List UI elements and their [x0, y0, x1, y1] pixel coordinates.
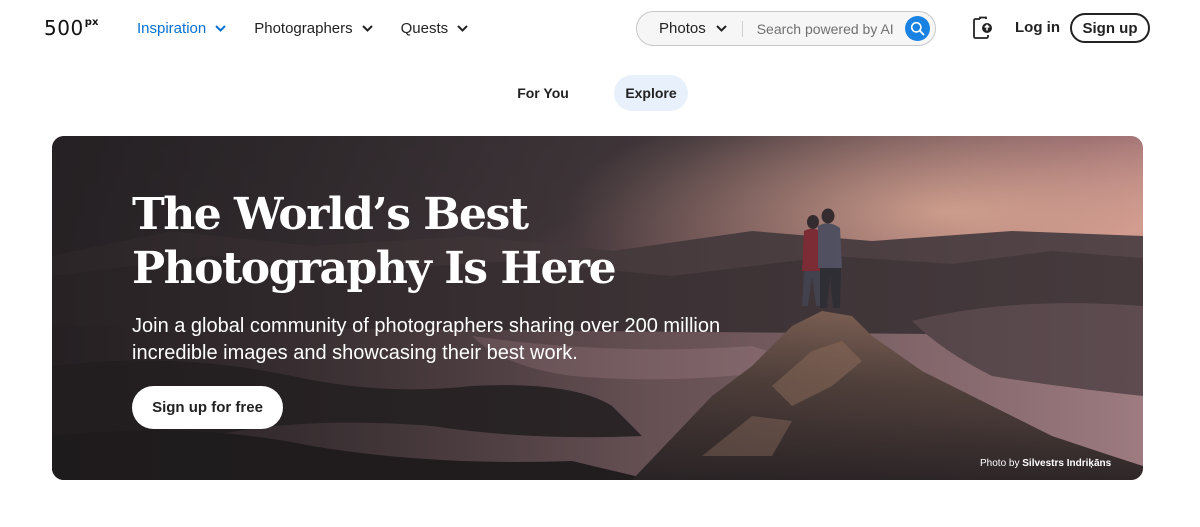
tab-for-you[interactable]: For You	[504, 75, 582, 111]
logo-main: 500	[44, 16, 84, 40]
chevron-down-icon	[361, 24, 373, 32]
photo-credit: Photo by Silvestrs Indriķāns	[980, 458, 1111, 469]
hero-title: The World’s Best Photography Is Here	[132, 188, 692, 296]
photo-credit-prefix: Photo by	[980, 458, 1020, 469]
logo-superscript: px	[84, 17, 99, 28]
hero-title-line-2: Photography Is Here	[132, 243, 617, 294]
search-icon	[910, 21, 925, 36]
nav-inspiration[interactable]: Inspiration	[137, 18, 226, 38]
upload-icon[interactable]	[972, 16, 994, 40]
logo[interactable]: 500 px	[44, 16, 99, 40]
top-header: 500 px Inspiration Photographers Quests …	[0, 0, 1200, 57]
search-input[interactable]	[756, 20, 905, 37]
hero-banner: The World’s Best Photography Is Here Joi…	[52, 136, 1143, 480]
search-divider	[741, 20, 743, 37]
search-bar: Photos	[636, 11, 936, 46]
search-type-dropdown[interactable]: Photos	[637, 12, 727, 45]
nav-photographers[interactable]: Photographers	[254, 18, 373, 38]
feed-tabs: For You Explore	[0, 75, 1200, 111]
chevron-down-icon	[457, 24, 468, 32]
main-nav: Inspiration Photographers Quests	[137, 18, 496, 38]
hero-subtitle: Join a global community of photographers…	[132, 315, 721, 364]
nav-photographers-label: Photographers	[254, 19, 353, 37]
login-link[interactable]: Log in	[1015, 19, 1060, 36]
nav-quests-label: Quests	[400, 19, 449, 37]
signup-free-button[interactable]: Sign up for free	[132, 386, 283, 429]
search-type-label: Photos	[659, 20, 706, 37]
signup-button[interactable]: Sign up	[1070, 13, 1150, 43]
chevron-down-icon	[215, 24, 226, 32]
hero-title-line-1: The World’s Best	[132, 189, 529, 240]
tab-explore[interactable]: Explore	[614, 75, 688, 111]
photo-credit-name[interactable]: Silvestrs Indriķāns	[1022, 458, 1111, 469]
chevron-down-icon	[715, 25, 727, 32]
nav-inspiration-label: Inspiration	[137, 19, 207, 37]
nav-quests[interactable]: Quests	[401, 18, 469, 38]
search-button[interactable]	[905, 16, 930, 41]
